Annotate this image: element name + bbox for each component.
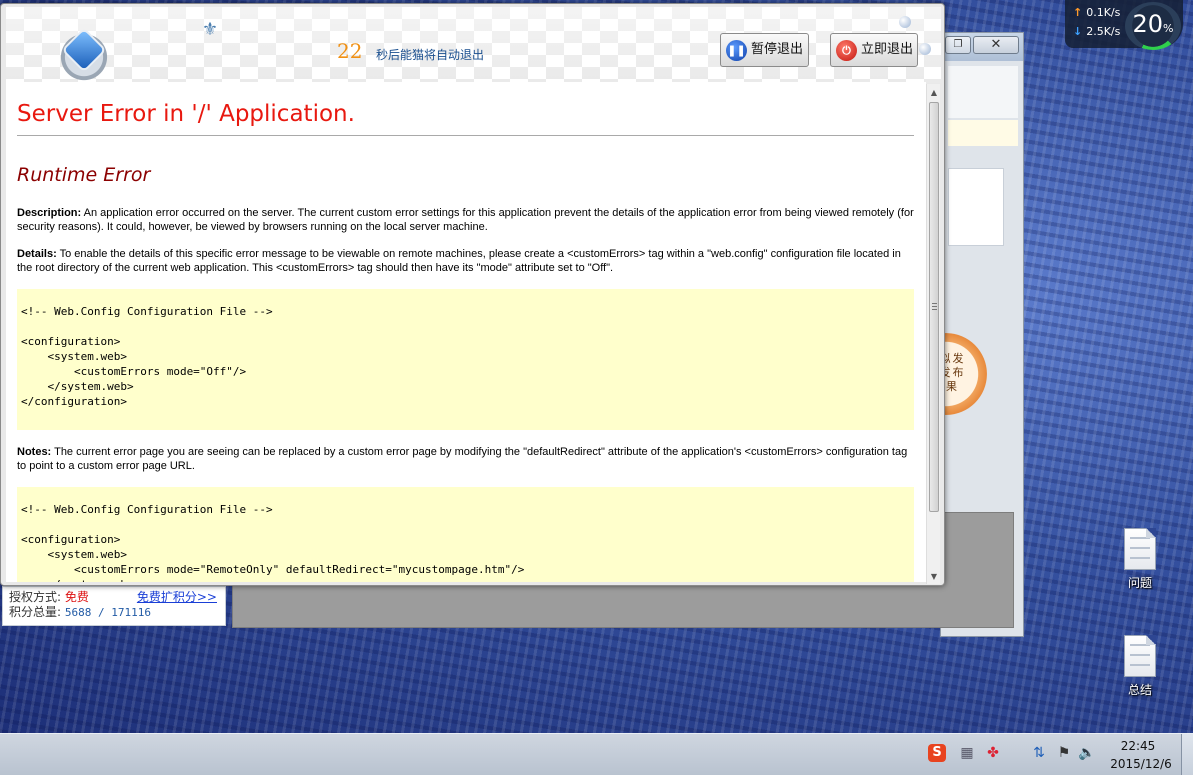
scroll-down-arrow-icon[interactable]: ▼ <box>927 570 941 584</box>
pause-exit-label: 暂停退出 <box>751 42 804 57</box>
error-page-content[interactable]: Server Error in '/' Application. Runtime… <box>6 82 926 582</box>
background-input-box[interactable] <box>948 168 1004 246</box>
license-value: 免费 <box>64 590 89 604</box>
pause-icon: ❚❚ <box>726 40 747 61</box>
account-info-panel: 授权方式: 免费 免费扩积分>> 积分总量: 5688 / 171116 <box>2 586 226 626</box>
app-logo-icon <box>48 23 120 85</box>
notes-label: Notes: <box>17 446 52 458</box>
details-paragraph: Details: To enable the details of this s… <box>17 247 914 275</box>
license-label: 授权方式: <box>9 590 62 604</box>
title-divider <box>17 135 914 136</box>
expand-points-link[interactable]: 免费扩积分>> <box>137 590 217 605</box>
background-panel <box>948 66 1018 118</box>
points-value: 5688 / 171116 <box>64 606 151 619</box>
grid-icon[interactable]: ▦ <box>958 744 976 762</box>
vertical-scrollbar[interactable]: ▲ ▼ <box>926 84 940 584</box>
countdown-number: 22 <box>337 39 363 63</box>
decorative-logo-icon: ⚜ <box>201 19 219 40</box>
desktop-icon-label: 总结 <box>1127 683 1152 697</box>
countdown-text: 秒后能猫将自动退出 <box>376 48 485 62</box>
notes-text: The current error page you are seeing ca… <box>17 446 908 472</box>
error-title: Server Error in '/' Application. <box>17 101 355 127</box>
cpu-usage-unit: % <box>1163 22 1174 35</box>
config-code-block-1: <!-- Web.Config Configuration File --> <… <box>17 289 914 430</box>
upload-speed: ↑ 0.1K/s <box>1073 6 1120 19</box>
pinwheel-icon[interactable]: ✤ <box>984 744 1002 762</box>
bubble-decoration-icon <box>899 16 911 28</box>
exit-now-label: 立即退出 <box>861 42 914 57</box>
pause-exit-button[interactable]: ❚❚ 暂停退出 <box>720 33 809 67</box>
cpu-usage-value: 20 <box>1132 10 1164 38</box>
download-speed-value: 2.5K/s <box>1086 25 1121 38</box>
description-text: An application error occurred on the ser… <box>17 207 914 233</box>
clock-date[interactable]: 2015/12/6 <box>1106 757 1176 771</box>
close-button[interactable]: ✕ <box>973 36 1019 54</box>
restore-button[interactable]: ❐ <box>945 36 971 54</box>
power-icon: ⏻ <box>836 40 857 61</box>
download-arrow-icon: ↓ <box>1073 25 1083 38</box>
document-icon <box>1124 528 1156 570</box>
auto-exit-popup: ⚜ 22 秒后能猫将自动退出 ❚❚ 暂停退出 ⏻ 立即退出 Server Err… <box>0 3 945 586</box>
notes-paragraph: Notes: The current error page you are se… <box>17 445 914 473</box>
cpu-usage-ring[interactable]: 20% <box>1125 2 1181 50</box>
action-center-flag-icon[interactable]: ⚑ <box>1055 744 1073 762</box>
details-label: Details: <box>17 248 57 260</box>
details-text: To enable the details of this specific e… <box>17 248 901 274</box>
exit-now-button[interactable]: ⏻ 立即退出 <box>830 33 918 67</box>
config-code-block-2: <!-- Web.Config Configuration File --> <… <box>17 487 914 582</box>
download-speed: ↓ 2.5K/s <box>1073 25 1120 38</box>
sogou-input-icon[interactable]: S <box>928 744 946 762</box>
desktop-icon-zongjie[interactable]: 总结 <box>1110 635 1170 698</box>
desktop-icon-label: 问题 <box>1127 576 1152 590</box>
network-icon[interactable]: ⇅ <box>1030 744 1048 762</box>
document-icon <box>1124 635 1156 677</box>
volume-icon[interactable]: 🔈 <box>1078 744 1096 762</box>
error-subtitle: Runtime Error <box>17 164 151 186</box>
upload-speed-value: 0.1K/s <box>1086 6 1121 19</box>
points-label: 积分总量: <box>9 605 62 619</box>
scrollbar-thumb[interactable] <box>929 102 939 512</box>
scroll-up-arrow-icon[interactable]: ▲ <box>927 86 941 100</box>
description-paragraph: Description: An application error occurr… <box>17 206 914 234</box>
description-label: Description: <box>17 207 82 219</box>
points-row: 积分总量: 5688 / 171116 <box>9 605 219 620</box>
license-row: 授权方式: 免费 免费扩积分>> <box>9 590 219 605</box>
show-desktop-button[interactable] <box>1181 734 1193 775</box>
popup-header: ⚜ 22 秒后能猫将自动退出 ❚❚ 暂停退出 ⏻ 立即退出 <box>6 7 941 85</box>
upload-arrow-icon: ↑ <box>1073 6 1083 19</box>
background-notice-strip <box>948 120 1018 146</box>
bubble-decoration-icon <box>919 43 931 55</box>
desktop-icon-wenti[interactable]: 问题 <box>1110 528 1170 591</box>
clock-time[interactable]: 22:45 <box>1106 739 1170 753</box>
taskbar <box>0 733 1193 775</box>
